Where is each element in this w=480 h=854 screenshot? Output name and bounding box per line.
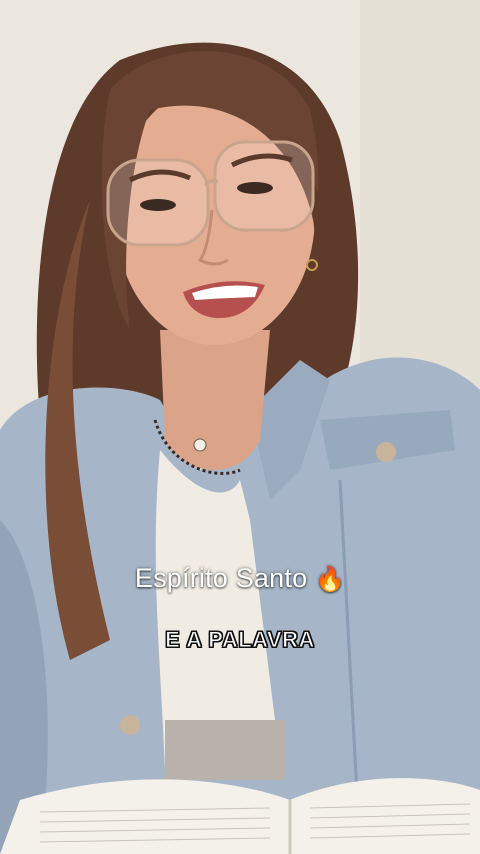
- video-frame: Espírito Santo 🔥 E A PALAVRA: [0, 0, 480, 854]
- caption-main: Espírito Santo 🔥: [0, 563, 480, 594]
- neck: [160, 330, 270, 470]
- fire-icon: 🔥: [315, 565, 346, 593]
- jacket-button: [120, 715, 140, 735]
- caption-main-text: Espírito Santo: [134, 563, 308, 593]
- eye-right: [237, 182, 273, 194]
- video-scene: [0, 0, 480, 854]
- white-top-band: [165, 720, 285, 780]
- pendant: [193, 438, 207, 452]
- caption-sub: E A PALAVRA: [165, 627, 315, 653]
- eye-left: [140, 199, 176, 211]
- jacket-button: [376, 442, 396, 462]
